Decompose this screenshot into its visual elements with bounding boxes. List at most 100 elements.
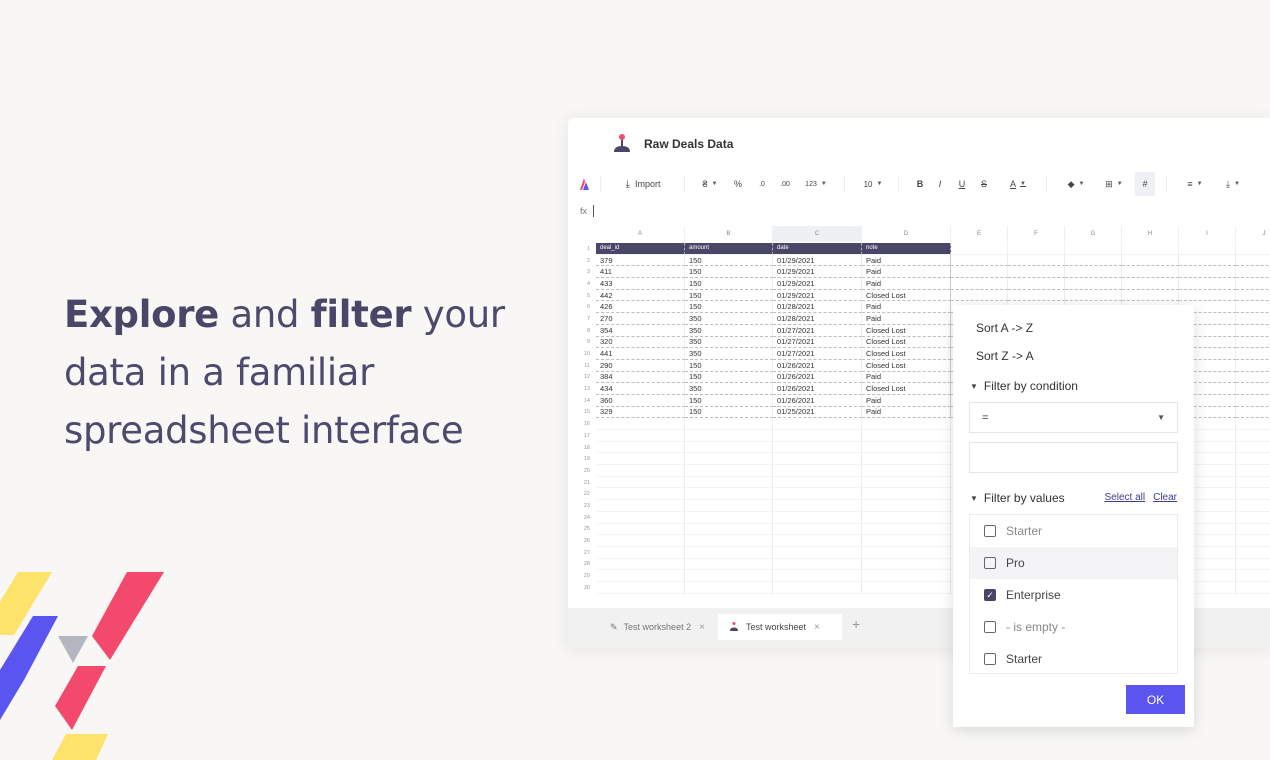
grid-cell[interactable]: [862, 441, 951, 454]
grid-cell[interactable]: [1008, 254, 1065, 267]
filter-by-condition-toggle[interactable]: ▼ Filter by condition: [970, 379, 1078, 393]
grid-cell[interactable]: [862, 570, 951, 582]
grid-cell[interactable]: [1236, 500, 1270, 512]
italic-button[interactable]: I: [932, 172, 948, 196]
row-number[interactable]: 8: [568, 328, 596, 334]
grid-cell[interactable]: Closed Lost: [862, 336, 951, 349]
row-number[interactable]: 13: [568, 386, 596, 392]
grid-cell[interactable]: 150: [685, 266, 773, 279]
percent-button[interactable]: %: [730, 172, 746, 196]
grid-cell[interactable]: [685, 488, 773, 501]
grid-cell[interactable]: 441: [596, 348, 685, 360]
row-number[interactable]: 15: [568, 409, 596, 415]
grid-cell[interactable]: [1236, 430, 1270, 442]
grid-cell[interactable]: [596, 535, 685, 547]
row-number[interactable]: 12: [568, 374, 596, 380]
grid-cell[interactable]: 01/28/2021: [773, 313, 862, 325]
grid-cell[interactable]: 360: [596, 394, 685, 407]
checkbox-icon[interactable]: [984, 557, 996, 569]
download-button[interactable]: ⤓ ▼: [1218, 172, 1248, 196]
grid-cell[interactable]: [773, 546, 862, 559]
row-number[interactable]: 26: [568, 538, 596, 544]
condition-value-input[interactable]: [969, 442, 1178, 473]
grid-cell[interactable]: [1065, 254, 1122, 267]
fill-color-button[interactable]: ◆ ▼: [1062, 172, 1090, 196]
grid-cell[interactable]: [596, 546, 685, 559]
grid-cell[interactable]: [685, 558, 773, 571]
grid-cell[interactable]: 150: [685, 278, 773, 290]
row-number[interactable]: 22: [568, 491, 596, 497]
row-number[interactable]: 30: [568, 585, 596, 591]
grid-cell[interactable]: [773, 558, 862, 571]
grid-cell[interactable]: [596, 453, 685, 466]
grid-cell[interactable]: 150: [685, 359, 773, 372]
filter-value-item[interactable]: Starter: [970, 643, 1177, 673]
grid-cell[interactable]: [1236, 372, 1270, 384]
filter-value-item[interactable]: Starter: [970, 515, 1177, 547]
row-number[interactable]: 5: [568, 293, 596, 299]
grid-cell[interactable]: [773, 511, 862, 524]
grid-cell[interactable]: [1236, 453, 1270, 466]
grid-cell[interactable]: [1179, 266, 1236, 279]
grid-cell[interactable]: 01/28/2021: [773, 301, 862, 314]
grid-cell[interactable]: [1065, 266, 1122, 279]
grid-cell[interactable]: 426: [596, 301, 685, 314]
grid-cell[interactable]: [1236, 255, 1270, 267]
ok-button[interactable]: OK: [1126, 685, 1185, 714]
grid-cell[interactable]: Paid: [862, 254, 951, 267]
row-number[interactable]: 27: [568, 550, 596, 556]
grid-cell[interactable]: [596, 430, 685, 442]
tab-test-worksheet[interactable]: Test worksheet ×: [718, 614, 842, 640]
grid-cell[interactable]: note: [862, 243, 951, 255]
grid-cell[interactable]: 01/27/2021: [773, 336, 862, 349]
grid-cell[interactable]: date: [773, 243, 862, 255]
grid-cell[interactable]: 354: [596, 324, 685, 337]
grid-cell[interactable]: Closed Lost: [862, 348, 951, 360]
grid-cell[interactable]: [685, 465, 773, 477]
grid-cell[interactable]: [685, 535, 773, 547]
align-button[interactable]: ≡ ▼: [1180, 172, 1210, 196]
grid-cell[interactable]: 01/27/2021: [773, 348, 862, 360]
grid-cell[interactable]: 442: [596, 289, 685, 302]
grid-cell[interactable]: [1236, 348, 1270, 360]
grid-cell[interactable]: [1179, 243, 1236, 255]
grid-cell[interactable]: [596, 500, 685, 512]
grid-cell[interactable]: [1065, 278, 1122, 290]
filter-value-item[interactable]: ✓ Enterprise: [970, 579, 1177, 611]
grid-cell[interactable]: 150: [685, 301, 773, 314]
grid-cell[interactable]: [685, 500, 773, 512]
grid-cell[interactable]: 270: [596, 313, 685, 325]
grid-cell[interactable]: [1236, 547, 1270, 559]
sort-z-a-option[interactable]: Sort Z -> A: [976, 349, 1034, 363]
grid-cell[interactable]: 01/26/2021: [773, 383, 862, 395]
row-number[interactable]: 2: [568, 258, 596, 264]
grid-cell[interactable]: [951, 278, 1008, 290]
grid-cell[interactable]: [685, 570, 773, 582]
grid-cell[interactable]: [773, 453, 862, 466]
grid-cell[interactable]: Closed Lost: [862, 359, 951, 372]
grid-cell[interactable]: [862, 453, 951, 466]
grid-cell[interactable]: 350: [685, 336, 773, 349]
grid-cell[interactable]: 320: [596, 336, 685, 349]
col-header-b[interactable]: B: [685, 226, 773, 242]
grid-cell[interactable]: [862, 488, 951, 501]
grid-cell[interactable]: [862, 500, 951, 512]
grid-cell[interactable]: [951, 254, 1008, 267]
col-header-c[interactable]: C: [773, 226, 862, 242]
row-number[interactable]: 3: [568, 269, 596, 275]
font-size-select[interactable]: 10 ▼: [858, 172, 888, 196]
grid-cell[interactable]: Closed Lost: [862, 289, 951, 302]
grid-cell[interactable]: [862, 558, 951, 571]
grid-cell[interactable]: 350: [685, 383, 773, 395]
grid-cell[interactable]: [685, 430, 773, 442]
grid-cell[interactable]: [685, 581, 773, 594]
grid-cell[interactable]: [596, 511, 685, 524]
grid-cell[interactable]: [773, 488, 862, 501]
col-header-e[interactable]: E: [951, 226, 1008, 242]
formula-bar[interactable]: fx: [580, 202, 595, 220]
row-number[interactable]: 24: [568, 515, 596, 521]
grid-cell[interactable]: [773, 570, 862, 582]
import-button[interactable]: ⤓ Import: [612, 172, 674, 196]
grid-cell[interactable]: [773, 581, 862, 594]
grid-cell[interactable]: [1122, 254, 1179, 267]
